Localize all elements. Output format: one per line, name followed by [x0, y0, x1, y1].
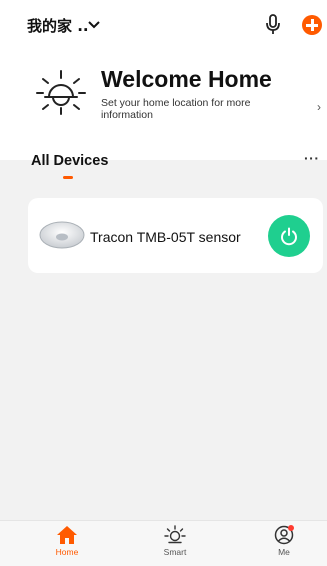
nav-home[interactable]: Home — [37, 522, 97, 557]
welcome-subtitle: Set your home location for more informat… — [101, 97, 251, 121]
sensor-device-icon — [39, 221, 85, 249]
home-icon — [57, 526, 77, 544]
sun-icon — [164, 525, 186, 544]
sun-icon — [36, 70, 86, 115]
power-button[interactable] — [268, 215, 310, 257]
microphone-icon[interactable] — [264, 13, 282, 37]
welcome-title: Welcome Home — [101, 66, 272, 92]
nav-smart-label: Smart — [163, 547, 187, 557]
nav-me[interactable]: Me — [254, 522, 314, 557]
nav-me-label: Me — [278, 547, 290, 557]
chevron-down-icon[interactable] — [88, 20, 100, 30]
notification-badge — [288, 525, 294, 531]
more-options-button[interactable]: ··· — [304, 150, 320, 166]
add-button[interactable] — [302, 15, 322, 35]
nav-home-label: Home — [55, 547, 79, 557]
nav-smart[interactable]: Smart — [145, 522, 205, 557]
home-selector[interactable]: 我的家 .. — [27, 15, 89, 36]
chevron-right-icon[interactable]: › — [317, 100, 321, 114]
tab-all-devices[interactable]: All Devices — [31, 153, 108, 169]
device-name: Tracon TMB-05T sensor — [90, 229, 241, 245]
tab-indicator — [63, 176, 73, 179]
power-icon — [281, 227, 297, 246]
